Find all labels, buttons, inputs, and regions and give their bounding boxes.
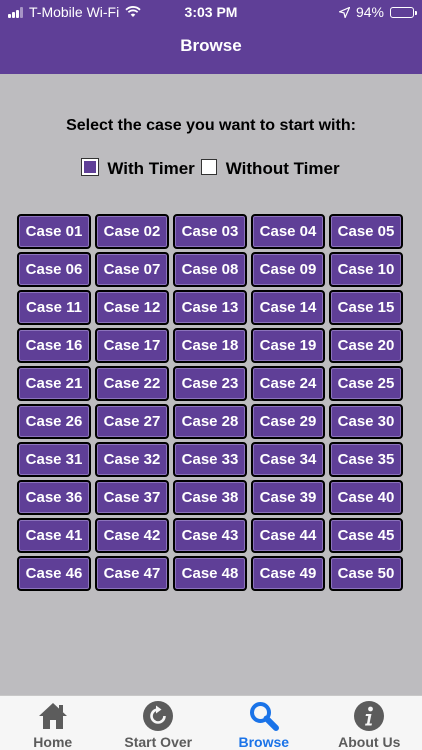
case-button[interactable]: Case 45: [329, 518, 403, 553]
status-right: 94%: [338, 4, 417, 20]
case-button[interactable]: Case 39: [251, 480, 325, 515]
case-button[interactable]: Case 13: [173, 290, 247, 325]
case-button[interactable]: Case 46: [17, 556, 91, 591]
case-button[interactable]: Case 34: [251, 442, 325, 477]
page-title: Browse: [180, 36, 242, 55]
case-button[interactable]: Case 14: [251, 290, 325, 325]
nav-bar: Browse: [0, 24, 422, 74]
case-button[interactable]: Case 49: [251, 556, 325, 591]
case-button[interactable]: Case 36: [17, 480, 91, 515]
case-button[interactable]: Case 35: [329, 442, 403, 477]
case-button[interactable]: Case 31: [17, 442, 91, 477]
case-button[interactable]: Case 32: [95, 442, 169, 477]
case-grid: Case 01 Case 02 Case 03 Case 04 Case 05 Case …: [17, 214, 406, 591]
tab-start-over-label: Start Over: [124, 734, 193, 750]
tab-about-us[interactable]: About Us: [317, 696, 422, 750]
location-arrow-icon: [338, 6, 350, 18]
case-button[interactable]: Case 42: [95, 518, 169, 553]
tab-home[interactable]: Home: [0, 696, 106, 750]
case-button[interactable]: Case 03: [173, 214, 247, 249]
without-timer-option[interactable]: Without Timer: [200, 159, 340, 179]
case-button[interactable]: Case 23: [173, 366, 247, 401]
tab-browse-label: Browse: [238, 734, 290, 750]
battery-icon: [390, 6, 417, 18]
case-button[interactable]: Case 28: [173, 404, 247, 439]
case-button[interactable]: Case 30: [329, 404, 403, 439]
case-button[interactable]: Case 26: [17, 404, 91, 439]
with-timer-label: With Timer: [107, 159, 195, 178]
case-button[interactable]: Case 19: [251, 328, 325, 363]
case-button[interactable]: Case 22: [95, 366, 169, 401]
case-button[interactable]: Case 18: [173, 328, 247, 363]
case-button[interactable]: Case 08: [173, 252, 247, 287]
case-button[interactable]: Case 05: [329, 214, 403, 249]
case-button[interactable]: Case 43: [173, 518, 247, 553]
case-button[interactable]: Case 17: [95, 328, 169, 363]
tab-home-label: Home: [33, 734, 73, 750]
case-button[interactable]: Case 21: [17, 366, 91, 401]
case-button[interactable]: Case 09: [251, 252, 325, 287]
case-button[interactable]: Case 02: [95, 214, 169, 249]
case-button[interactable]: Case 04: [251, 214, 325, 249]
case-button[interactable]: Case 47: [95, 556, 169, 591]
case-button[interactable]: Case 11: [17, 290, 91, 325]
with-timer-option[interactable]: With Timer: [81, 158, 195, 179]
tab-about-us-label: About Us: [338, 734, 401, 750]
case-button[interactable]: Case 25: [329, 366, 403, 401]
timer-options: With Timer Without Timer: [0, 158, 422, 180]
case-button[interactable]: Case 06: [17, 252, 91, 287]
case-prompt: Select the case you want to start with:: [66, 117, 356, 134]
status-bar: T-Mobile Wi-Fi 3:03 PM 94%: [0, 0, 422, 24]
case-button[interactable]: Case 48: [173, 556, 247, 591]
case-button[interactable]: Case 07: [95, 252, 169, 287]
case-button[interactable]: Case 37: [95, 480, 169, 515]
refresh-icon: [142, 700, 174, 732]
home-icon: [37, 700, 69, 732]
case-button[interactable]: Case 29: [251, 404, 325, 439]
without-timer-checkbox[interactable]: [200, 159, 217, 175]
case-button[interactable]: Case 50: [329, 556, 403, 591]
with-timer-checkbox[interactable]: [81, 158, 100, 176]
without-timer-label: Without Timer: [225, 159, 340, 178]
case-button[interactable]: Case 41: [17, 518, 91, 553]
case-button[interactable]: Case 12: [95, 290, 169, 325]
case-button[interactable]: Case 01: [17, 214, 91, 249]
case-button[interactable]: Case 38: [173, 480, 247, 515]
battery-percent: 94%: [355, 4, 384, 20]
case-button[interactable]: Case 16: [17, 328, 91, 363]
case-button[interactable]: Case 40: [329, 480, 403, 515]
case-button[interactable]: Case 33: [173, 442, 247, 477]
info-icon: [353, 700, 385, 732]
tab-bar: Home Start Over Browse About Us: [0, 695, 422, 750]
tab-start-over[interactable]: Start Over: [106, 696, 212, 750]
case-button[interactable]: Case 44: [251, 518, 325, 553]
case-button[interactable]: Case 10: [329, 252, 403, 287]
case-button[interactable]: Case 27: [95, 404, 169, 439]
search-icon: [248, 700, 280, 732]
case-button[interactable]: Case 24: [251, 366, 325, 401]
case-button[interactable]: Case 20: [329, 328, 403, 363]
tab-browse[interactable]: Browse: [211, 696, 317, 750]
case-button[interactable]: Case 15: [329, 290, 403, 325]
